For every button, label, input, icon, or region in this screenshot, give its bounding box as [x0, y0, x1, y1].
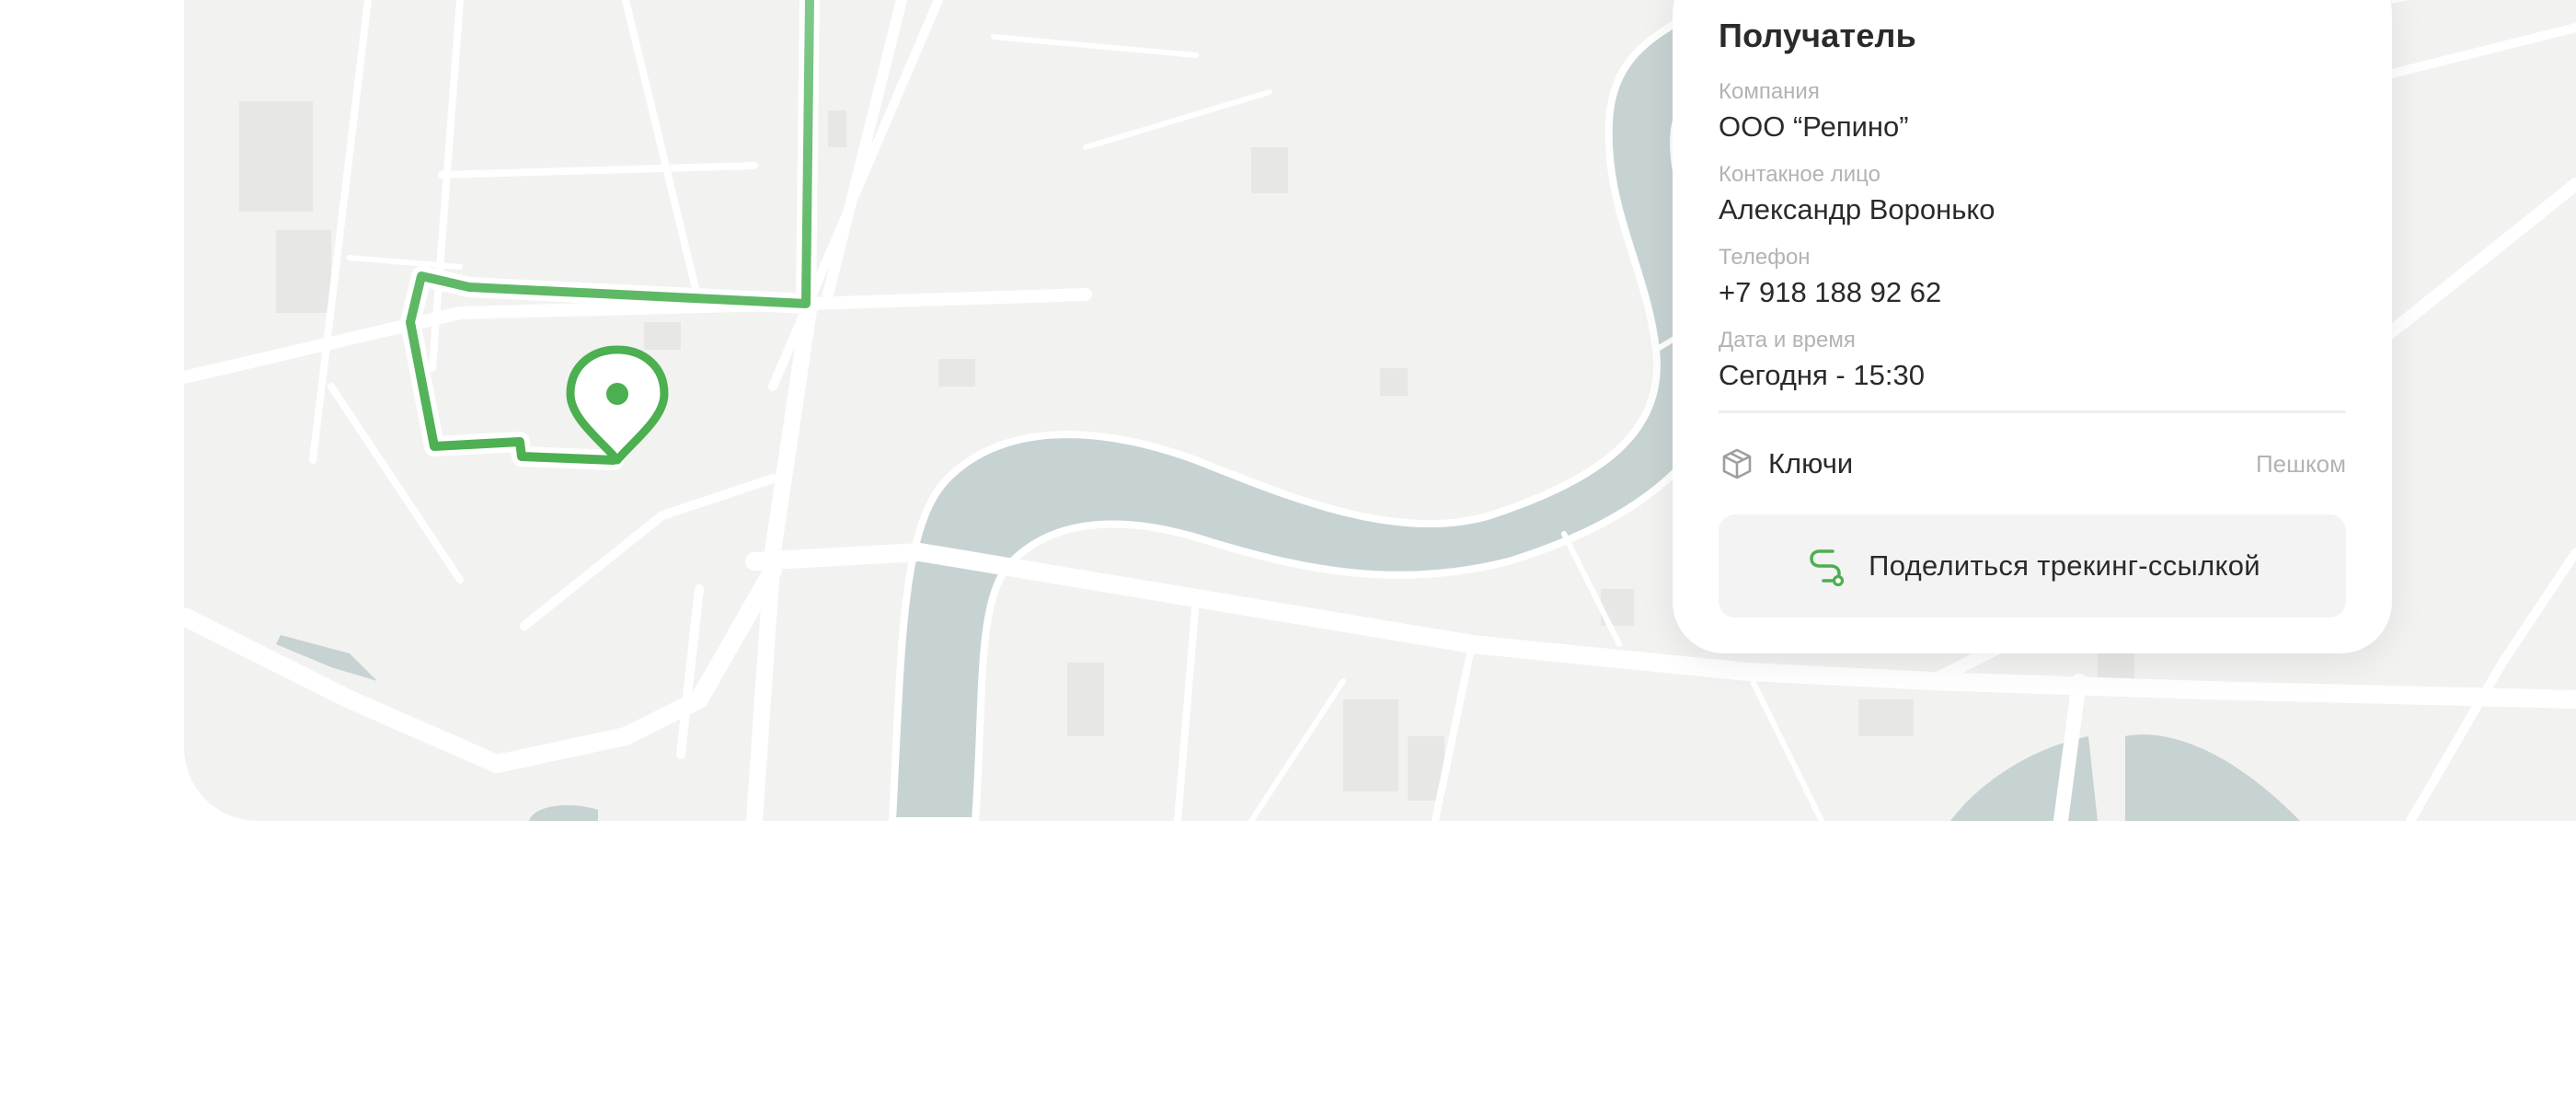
package-icon — [1719, 445, 1755, 482]
datetime-value: Сегодня - 15:30 — [1719, 359, 1925, 391]
contact-label: Контакное лицо — [1719, 162, 1881, 187]
cargo-name: Ключи — [1768, 447, 1854, 479]
company-label: Компания — [1719, 79, 1820, 104]
share-button-label: Поделиться трекинг-ссылкой — [1869, 549, 2260, 582]
phone-value[interactable]: +7 918 188 92 62 — [1719, 276, 2346, 309]
phone-label: Телефон — [1719, 245, 1811, 270]
datetime-label: Дата и время — [1719, 328, 1856, 352]
cargo-delivery-mode: Пешком — [2255, 449, 2346, 478]
company-value: ООО “Репино” — [1719, 110, 1909, 143]
recipient-card: Получатель Компания ООО “Репино” Контакн… — [1673, 0, 2392, 653]
share-tracking-link-button[interactable]: Поделиться трекинг-ссылкой — [1719, 514, 2346, 618]
cargo-row: Ключи Пешком — [1719, 413, 2346, 514]
recipient-title: Получатель — [1719, 17, 1916, 54]
contact-value: Александр Воронько — [1719, 193, 1995, 225]
route-icon — [1804, 545, 1846, 587]
